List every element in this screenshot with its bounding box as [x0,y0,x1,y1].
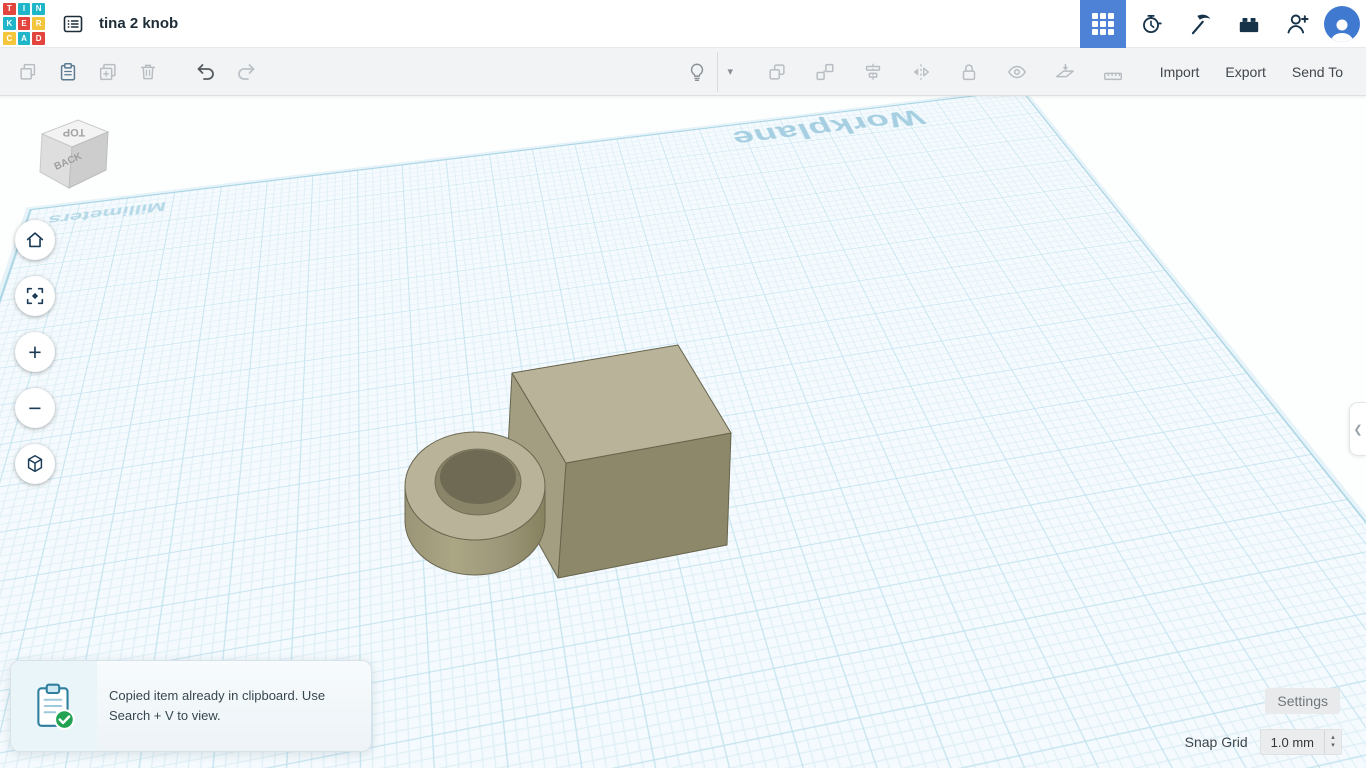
align-icon [865,63,880,80]
ruler-tool-button[interactable] [1093,52,1133,92]
workplane-tool-button[interactable] [1045,52,1085,92]
undo-icon [197,63,214,80]
solid-ring[interactable] [404,431,546,576]
perspective-cube-icon [27,455,43,473]
group-button[interactable] [757,52,797,92]
duplicate-icon [99,63,116,80]
home-view-button[interactable] [15,220,55,260]
snap-grid-control: Snap Grid 1.0 mm ▴ ▾ [1185,729,1342,755]
design-title[interactable]: tina 2 knob [99,15,178,32]
copy-button[interactable] [8,52,48,92]
import-button[interactable]: Import [1147,55,1213,89]
logo-tile: D [32,31,45,45]
person-add-icon [1287,14,1309,34]
account-avatar[interactable] [1324,5,1360,42]
snap-grid-select[interactable]: 1.0 mm ▴ ▾ [1259,729,1342,755]
logo-tile: K [3,17,16,30]
group-icon [769,63,785,80]
send-to-button[interactable]: Send To [1279,55,1356,89]
ungroup-button[interactable] [805,52,845,92]
clipboard-group [8,52,168,92]
design-menu-button[interactable] [53,4,93,44]
snap-grid-value: 1.0 mm [1270,734,1314,750]
clipboard-check-icon [37,683,75,730]
visibility-dropdown-button[interactable]: ▾ [716,51,743,92]
chevron-left-icon: ❮ [1353,423,1363,436]
brick-icon [1239,17,1258,32]
delete-button[interactable] [128,52,168,92]
logo-tile: C [3,31,16,45]
logo-tile: E [17,17,31,30]
toast-message: Copied item already in clipboard. Use Se… [109,687,326,723]
redo-icon [238,63,255,80]
history-group [186,52,266,92]
pickaxe-icon [1191,14,1210,34]
paste-icon [60,62,76,81]
visibility-group: ▾ [677,51,743,92]
perspective-toggle-button[interactable] [15,444,55,484]
dashboard-grid-button[interactable] [1080,0,1126,48]
person-icon [1330,19,1354,42]
viewcube-top-label: TOP [63,126,85,138]
eye-icon [1007,65,1026,78]
lock-button[interactable] [949,52,989,92]
edit-tools-group [757,52,1133,92]
logo-tile: A [17,31,31,45]
workplane-icon [1055,63,1074,77]
redo-button[interactable] [226,52,266,92]
undo-button[interactable] [186,52,226,92]
ruler-icon [1103,72,1122,80]
minecraft-button[interactable] [1175,0,1224,48]
ungroup-icon [816,63,834,80]
invite-button[interactable] [1273,0,1322,48]
copy-icon [20,63,36,80]
header-right [1080,0,1366,48]
minus-icon: − [28,394,42,421]
export-button[interactable]: Export [1212,55,1278,89]
fit-view-icon [26,287,44,305]
grid-icon [1092,12,1114,35]
clipboard-toast: Copied item already in clipboard. Use Se… [10,660,372,752]
header: TIN KER CAD tina 2 knob [0,0,1366,48]
zoom-in-button[interactable]: + [15,332,55,372]
tinkercad-logo[interactable]: TIN KER CAD [3,2,45,45]
view-cube[interactable]: TOP BACK [22,106,122,206]
solid-box[interactable] [505,344,732,579]
viewport[interactable]: Workplane Millimeters TOP BACK + − ❮ Cop… [0,96,1366,768]
lego-button[interactable] [1224,0,1273,48]
circuits-button[interactable] [1126,0,1175,48]
lock-icon [962,63,975,80]
spinner-down-icon: ▾ [1331,742,1335,749]
logo-tile: N [32,2,45,16]
caret-down-icon: ▾ [727,66,733,78]
snap-grid-label: Snap Grid [1184,734,1248,750]
list-icon [63,15,83,32]
logo-tile: T [3,2,16,16]
lightbulb-icon [690,62,703,81]
snap-grid-spinner[interactable]: ▴ ▾ [1324,730,1341,754]
home-icon [26,232,44,248]
mirror-button[interactable] [901,52,941,92]
show-hidden-button[interactable] [677,52,717,92]
mirror-icon [913,63,929,80]
plus-icon: + [28,338,42,365]
fit-view-button[interactable] [15,276,55,316]
align-button[interactable] [853,52,893,92]
logo-tile: I [17,2,31,16]
paste-button[interactable] [48,52,88,92]
spinner-up-icon: ▴ [1331,733,1335,741]
logo-tile: R [32,17,45,30]
toast-icon-panel [11,661,97,751]
panel-collapse-tab[interactable]: ❮ [1349,402,1366,456]
zoom-out-button[interactable]: − [15,388,55,428]
duplicate-button[interactable] [88,52,128,92]
smartwatch-icon [1142,14,1162,33]
toolbar: ▾ Import Export Send To [0,48,1366,96]
trash-icon [140,64,156,79]
settings-button[interactable]: Settings [1265,688,1340,714]
hide-button[interactable] [997,52,1037,92]
